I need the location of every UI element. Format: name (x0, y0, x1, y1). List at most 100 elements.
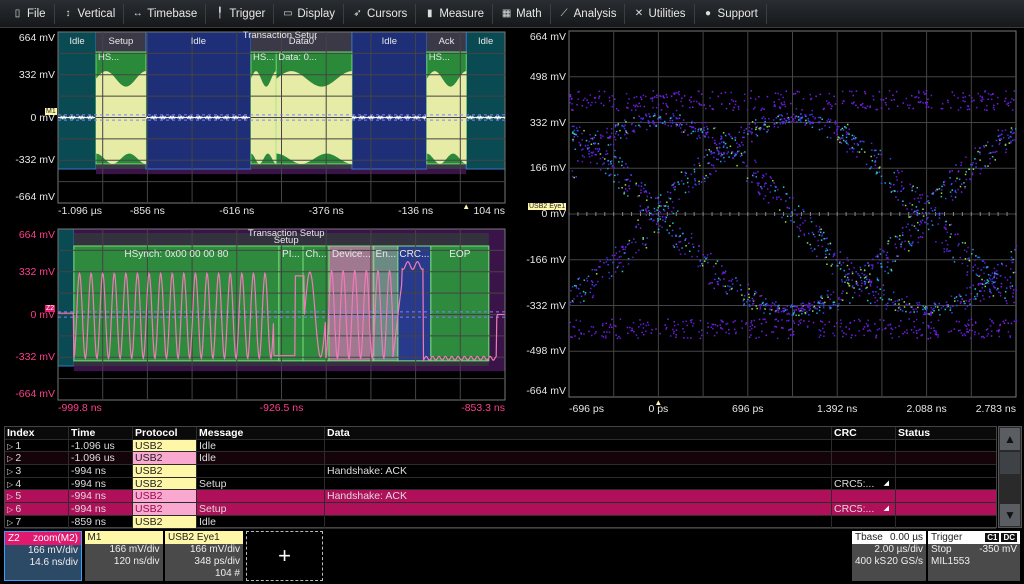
eye-sample (683, 183, 685, 185)
eye-sample (594, 97, 596, 99)
eye-sample (820, 94, 822, 96)
table-row[interactable]: ▷ 2-1.096 usUSB2Idle (5, 452, 996, 465)
eye-sample (955, 164, 957, 166)
eye-sample (1010, 142, 1012, 144)
eye-sample (939, 188, 941, 190)
eye-sample (964, 96, 966, 98)
eye-sample (807, 326, 809, 328)
eye-sample (902, 204, 904, 206)
eye-sample (754, 160, 756, 162)
timebase-panel[interactable]: Tbase0.00 µs 2.00 µs/div 400 kS20 GS/s (852, 531, 926, 581)
column-header-crc[interactable]: CRC (832, 427, 896, 439)
eye-sample (998, 329, 1000, 331)
eye-sample (715, 273, 717, 275)
eye-sample (751, 128, 753, 130)
eye-sample (733, 107, 735, 109)
eye-sample (770, 176, 772, 178)
table-row[interactable]: ▷ 6-994 nsUSB2SetupCRC5:...◢ (5, 503, 996, 516)
x-axis-label: -696 ps (569, 403, 604, 415)
add-trace-button[interactable]: + (246, 531, 323, 581)
eye-sample (928, 229, 930, 231)
eye-sample (625, 121, 627, 123)
eye-sample (857, 151, 859, 153)
table-scrollbar[interactable]: ▲ ▼ (998, 426, 1022, 528)
eye-sample (785, 309, 787, 311)
eye-sample (648, 122, 650, 124)
eye-sample (876, 173, 878, 175)
eye-sample (827, 296, 829, 298)
decode-segment-idle-teal (466, 32, 505, 169)
expand-corner-icon[interactable]: ◢ (884, 503, 889, 515)
eye-sample (635, 125, 637, 127)
eye-sample (673, 187, 675, 189)
eye-sample (913, 321, 915, 323)
scroll-up-button[interactable]: ▲ (1000, 428, 1020, 450)
eye-sample (656, 97, 658, 99)
column-header-time[interactable]: Time (69, 427, 133, 439)
eye-sample (916, 214, 918, 216)
eye-sample (605, 323, 607, 325)
eye-sample (633, 131, 635, 133)
eye-sample (734, 320, 736, 322)
table-row[interactable]: ▷ 5-994 nsUSB2Handshake: ACK (5, 490, 996, 503)
eye-sample (660, 122, 662, 124)
eye-sample (974, 331, 976, 333)
trace-descriptor-z2[interactable]: Z2zoom(M2)166 mV/div14.6 ns/div (4, 531, 82, 581)
table-row[interactable]: ▷ 4-994 nsUSB2SetupCRC5:...◢ (5, 478, 996, 491)
eye-sample (682, 321, 684, 323)
eye-sample (766, 131, 768, 133)
eye-sample (677, 210, 679, 212)
eye-sample (825, 254, 827, 256)
column-header-index[interactable]: Index (5, 427, 69, 439)
column-header-message[interactable]: Message (197, 427, 325, 439)
eye-sample (779, 209, 781, 211)
eye-sample (839, 262, 841, 264)
cell-text: Handshake: ACK (327, 465, 407, 477)
eye-sample (735, 101, 737, 103)
eye-sample (640, 324, 642, 326)
eye-sample (884, 271, 886, 273)
eye-sample (691, 133, 693, 135)
table-header: IndexTimeProtocolMessageDataCRCStatus (5, 427, 996, 440)
y-axis-label: 664 mV (1, 32, 55, 44)
x-axis-label: 104 ns (473, 205, 505, 217)
table-row[interactable]: ▷ 7-859 nsUSB2Idle (5, 516, 996, 529)
eye-sample (876, 335, 878, 337)
eye-sample (955, 191, 957, 193)
eye-sample (663, 205, 665, 207)
eye-sample (849, 328, 851, 330)
eye-sample (576, 287, 578, 289)
eye-sample (974, 259, 976, 261)
eye-sample (934, 330, 936, 332)
eye-sample (673, 333, 675, 335)
eye-sample (698, 103, 700, 105)
trace-descriptor-m1[interactable]: M1166 mV/div120 ns/div (85, 531, 163, 581)
eye-sample (777, 189, 779, 191)
eye-sample (728, 333, 730, 335)
eye-sample (719, 279, 721, 281)
column-header-status[interactable]: Status (896, 427, 996, 439)
eye-sample (587, 280, 589, 282)
table-row[interactable]: ▷ 3-994 nsUSB2Handshake: ACK (5, 465, 996, 478)
trace-descriptor-usb2-eye1[interactable]: USB2 Eye1166 mV/div348 ps/div104 # (165, 531, 243, 581)
column-header-protocol[interactable]: Protocol (133, 427, 197, 439)
table-row[interactable]: ▷ 1-1.096 usUSB2Idle (5, 440, 996, 453)
eye-sample (654, 96, 656, 98)
eye-sample (1012, 285, 1014, 287)
eye-sample (973, 168, 975, 170)
scroll-thumb[interactable] (1000, 452, 1020, 474)
expand-corner-icon[interactable]: ◢ (884, 478, 889, 490)
eye-sample (951, 170, 953, 172)
cell-time: -1.096 us (69, 440, 133, 452)
column-header-data[interactable]: Data (325, 427, 832, 439)
eye-sample (623, 126, 625, 128)
trigger-panel[interactable]: TriggerC1DC Stop-350 mV MIL1553 (928, 531, 1020, 581)
scroll-down-button[interactable]: ▼ (1000, 504, 1020, 526)
eye-sample (869, 107, 871, 109)
eye-sample (774, 190, 776, 192)
eye-sample (911, 190, 913, 192)
y-axis-label: 166 mV (512, 162, 566, 174)
eye-sample (645, 325, 647, 327)
eye-sample (596, 163, 598, 165)
eye-sample (867, 262, 869, 264)
